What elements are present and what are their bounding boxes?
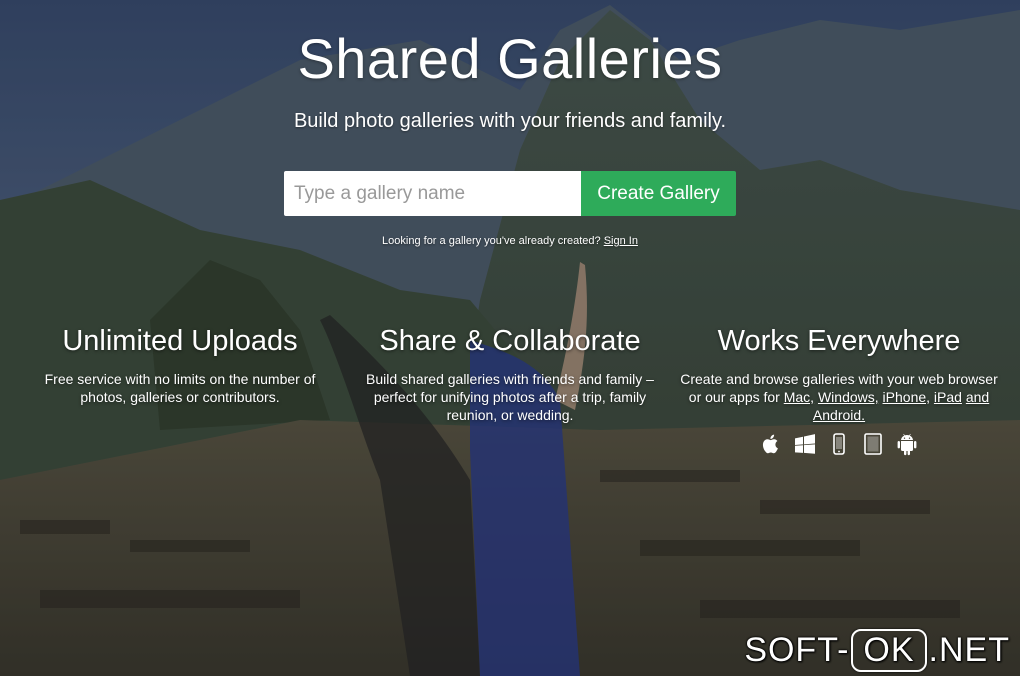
signin-prompt: Looking for a gallery you've already cre… (0, 235, 1020, 247)
windows-icon[interactable] (793, 432, 817, 456)
feature-share-collaborate: Share & Collaborate Build shared galleri… (355, 324, 665, 424)
mac-link[interactable]: Mac, (784, 389, 814, 405)
sign-in-link[interactable]: Sign In (604, 235, 638, 247)
ipad-link[interactable]: iPad (934, 389, 962, 405)
watermark-box: OK (851, 629, 927, 672)
gallery-name-input[interactable] (284, 171, 581, 216)
feature-title: Unlimited Uploads (62, 325, 298, 357)
feature-description: Build shared galleries with friends and … (366, 371, 654, 423)
and-text: and (965, 389, 990, 405)
iphone-icon[interactable] (827, 432, 851, 456)
watermark-left: SOFT- (744, 631, 850, 669)
watermark: SOFT- OK .NET (744, 629, 1010, 672)
feature-description: Free service with no limits on the numbe… (44, 371, 316, 405)
create-gallery-button[interactable]: Create Gallery (581, 171, 736, 216)
page-title: Shared Galleries (297, 27, 723, 90)
feature-title: Share & Collaborate (379, 325, 641, 357)
page-subtitle: Build photo galleries with your friends … (293, 110, 727, 132)
watermark-right: .NET (928, 631, 1010, 669)
apple-icon[interactable] (759, 432, 783, 456)
feature-description: Create and browse galleries with your we… (680, 370, 998, 424)
platform-icons (680, 432, 998, 456)
feature-works-everywhere: Works Everywhere Create and browse galle… (680, 324, 998, 456)
windows-link[interactable]: Windows, (818, 389, 879, 405)
feature-unlimited-uploads: Unlimited Uploads Free service with no l… (30, 324, 330, 406)
android-icon[interactable] (895, 432, 919, 456)
create-gallery-form: Create Gallery (284, 171, 736, 216)
feature-title: Works Everywhere (717, 325, 961, 357)
ipad-icon[interactable] (861, 432, 885, 456)
android-link[interactable]: Android. (813, 407, 865, 423)
iphone-link[interactable]: iPhone, (883, 389, 930, 405)
signin-prompt-text: Looking for a gallery you've already cre… (382, 235, 601, 247)
